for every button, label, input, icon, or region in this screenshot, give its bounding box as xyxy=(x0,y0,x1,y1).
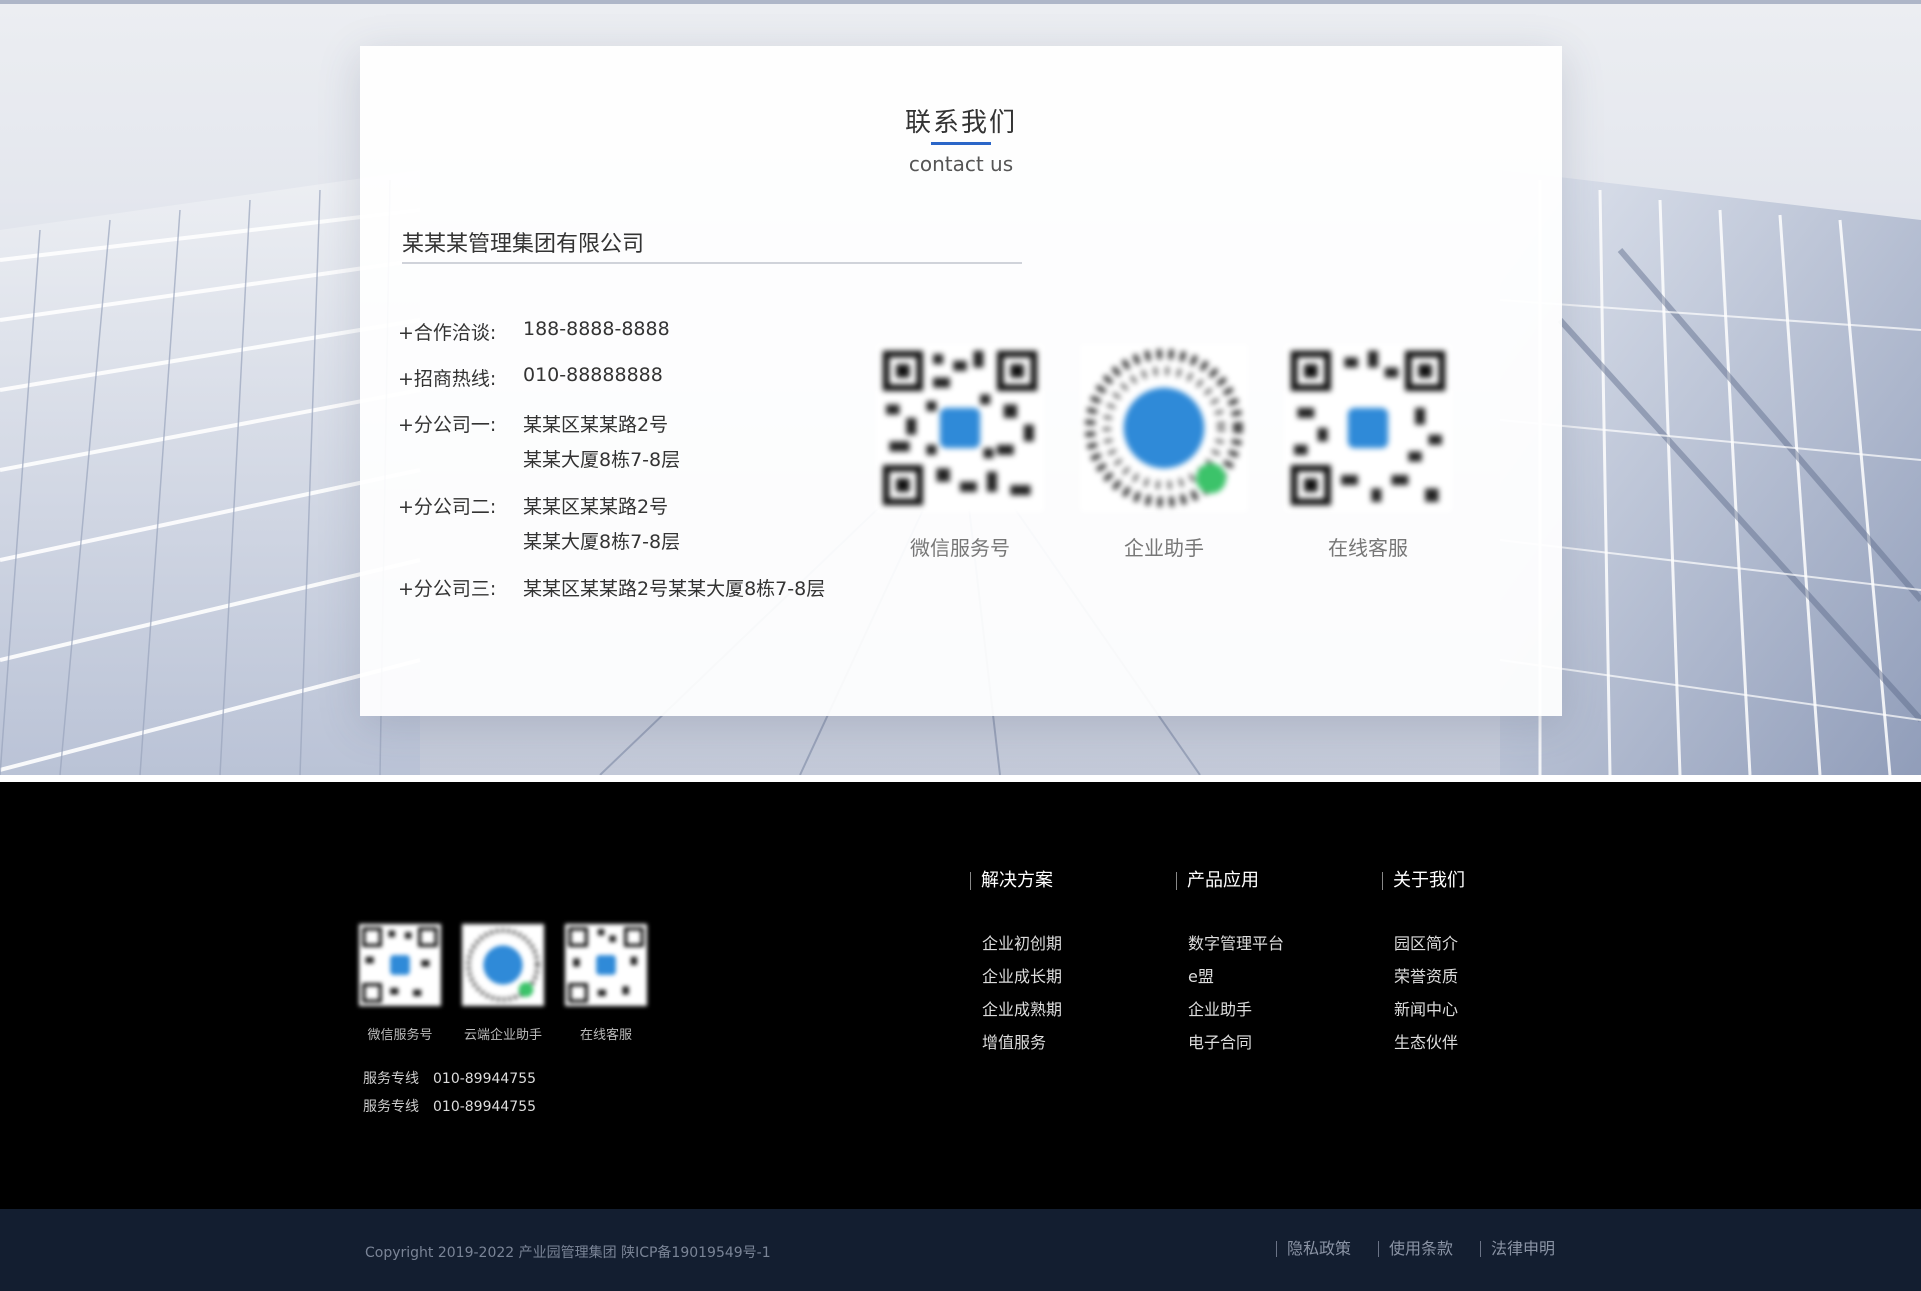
hotline-number: 010-89944755 xyxy=(433,1071,537,1087)
legal-notice-link[interactable]: 法律申明 xyxy=(1480,1241,1555,1257)
info-value: 188-8888-8888 xyxy=(523,318,670,340)
footer-link[interactable]: 园区简介 xyxy=(1394,930,1458,954)
info-value-line2: 某某大厦8栋7-8层 xyxy=(523,531,681,553)
qr-caption: 云端企业助手 xyxy=(463,1028,542,1043)
info-value: 某某区某某路2号某某大厦8栋7-8层 xyxy=(523,578,826,600)
qr-caption: 企业助手 xyxy=(1124,536,1204,560)
footer-link[interactable]: 生态伙伴 xyxy=(1394,1029,1458,1053)
info-label: +合作洽谈: xyxy=(398,322,497,344)
footer-bottom-bar: Copyright 2019-2022 产业园管理集团 陕ICP备1901954… xyxy=(0,1209,1921,1291)
info-label: +分公司二: xyxy=(398,496,497,518)
qr-code-icon xyxy=(565,924,647,1006)
footer-link[interactable]: 企业初创期 xyxy=(982,930,1062,954)
title-underline xyxy=(931,142,991,145)
hotline-label: 服务专线 xyxy=(363,1099,419,1115)
footer-link[interactable]: 企业成长期 xyxy=(982,963,1062,987)
contact-hero-section: 联系我们 contact us 某某某管理集团有限公司 +合作洽谈: 188-8… xyxy=(0,0,1921,775)
qr-caption: 微信服务号 xyxy=(910,536,1010,560)
contact-title: 联系我们 xyxy=(904,108,1017,138)
footer-column-solutions: 解决方案 企业初创期 企业成长期 企业成熟期 增值服务 xyxy=(970,872,1062,1052)
company-name: 某某某管理集团有限公司 xyxy=(402,232,645,257)
qr-caption: 微信服务号 xyxy=(367,1028,433,1043)
mini-program-code-icon xyxy=(1080,344,1248,512)
footer-link[interactable]: 荣誉资质 xyxy=(1394,963,1458,987)
info-value: 某某区某某路2号 xyxy=(523,414,669,436)
qr-code-icon xyxy=(1284,344,1452,512)
site-footer: 微信服务号 云端企业助手 在线客服 服务专线 010-89944755 服务专线 0… xyxy=(0,782,1921,1209)
qr-code-icon xyxy=(359,924,441,1006)
info-value: 某某区某某路2号 xyxy=(523,496,669,518)
hotline-label: 服务专线 xyxy=(363,1071,419,1087)
footer-link[interactable]: e盟 xyxy=(1188,963,1214,987)
contact-subtitle: contact us xyxy=(908,152,1014,176)
info-value-line2: 某某大厦8栋7-8层 xyxy=(523,449,681,471)
terms-of-use-link[interactable]: 使用条款 xyxy=(1378,1241,1453,1257)
footer-column-about: 关于我们 园区简介 荣誉资质 新闻中心 生态伙伴 xyxy=(1382,872,1465,1052)
footer-column-products: 产品应用 数字管理平台 e盟 企业助手 电子合同 xyxy=(1176,872,1284,1052)
footer-column-title: 解决方案 xyxy=(970,872,1053,890)
contact-card: 联系我们 contact us 某某某管理集团有限公司 +合作洽谈: 188-8… xyxy=(360,46,1562,716)
info-label: +分公司三: xyxy=(398,578,497,600)
copyright-text: Copyright 2019-2022 产业园管理集团 陕ICP备1901954… xyxy=(365,1245,771,1261)
footer-column-title: 产品应用 xyxy=(1176,872,1259,890)
hotline-number: 010-89944755 xyxy=(433,1099,537,1115)
footer-link[interactable]: 增值服务 xyxy=(982,1029,1046,1053)
info-value: 010-88888888 xyxy=(523,364,663,386)
footer-hotline: 服务专线 010-89944755 xyxy=(363,1096,536,1116)
footer-link[interactable]: 电子合同 xyxy=(1188,1029,1252,1053)
footer-link[interactable]: 新闻中心 xyxy=(1394,996,1458,1020)
footer-column-title: 关于我们 xyxy=(1382,872,1465,890)
footer-link[interactable]: 企业成熟期 xyxy=(982,996,1062,1020)
privacy-policy-link[interactable]: 隐私政策 xyxy=(1276,1241,1351,1257)
info-label: +分公司一: xyxy=(398,414,497,436)
company-divider xyxy=(402,262,1022,264)
qr-caption: 在线客服 xyxy=(579,1028,632,1043)
mini-program-code-icon xyxy=(462,924,544,1006)
qr-code-icon xyxy=(876,344,1044,512)
footer-link[interactable]: 数字管理平台 xyxy=(1188,930,1284,954)
footer-link[interactable]: 企业助手 xyxy=(1188,996,1252,1020)
info-label: +招商热线: xyxy=(398,368,497,390)
footer-hotline: 服务专线 010-89944755 xyxy=(363,1068,536,1088)
qr-caption: 在线客服 xyxy=(1328,536,1408,560)
